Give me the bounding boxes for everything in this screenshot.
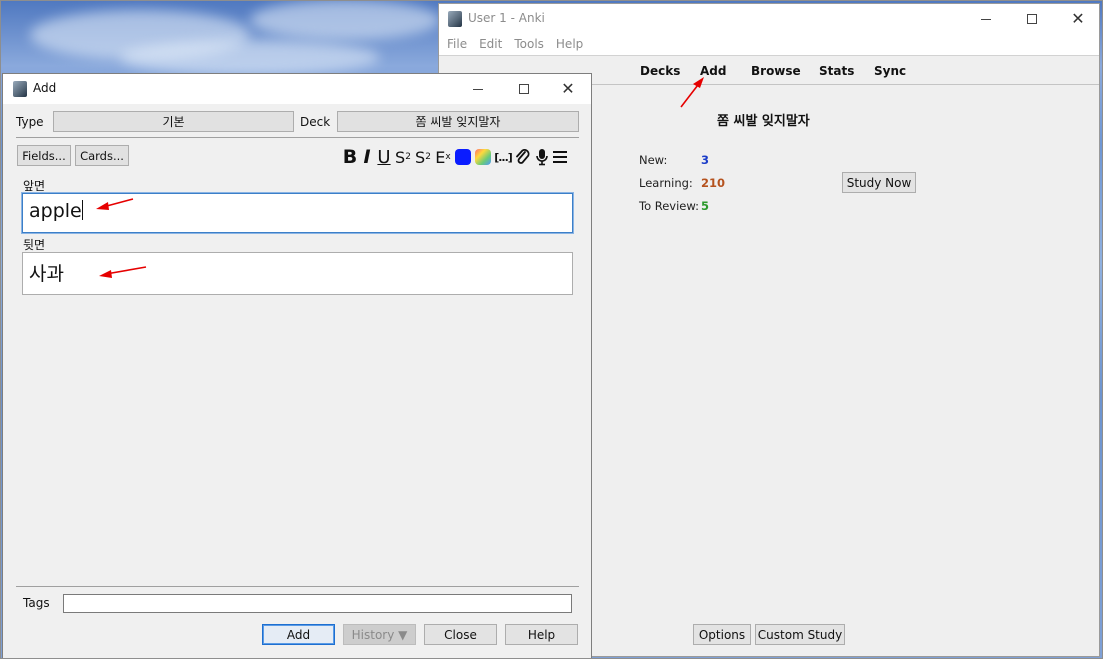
stat-learning-value: 210	[701, 176, 726, 190]
type-label: Type	[16, 115, 44, 129]
main-window-title: User 1 - Anki	[468, 11, 545, 25]
maximize-button[interactable]	[1009, 4, 1055, 34]
highlight-color-icon[interactable]	[475, 149, 491, 165]
tags-divider	[16, 586, 579, 587]
front-field-editor[interactable]: apple	[22, 193, 573, 233]
add-maximize-button[interactable]	[501, 74, 547, 104]
nav-decks[interactable]: Decks	[640, 64, 680, 78]
main-titlebar: User 1 - Anki ✕	[439, 4, 1099, 34]
nav-stats[interactable]: Stats	[819, 64, 854, 78]
stat-learning-label: Learning:	[639, 176, 693, 190]
deck-selector[interactable]: 쫌 씨발 잊지말자	[337, 111, 579, 132]
note-type-selector[interactable]: 기본	[53, 111, 294, 132]
minimize-icon	[981, 18, 991, 20]
add-close-window-button[interactable]: ✕	[545, 74, 591, 104]
stat-review-value: 5	[701, 199, 710, 213]
header-divider	[16, 137, 579, 138]
anki-app-icon	[448, 11, 462, 27]
back-field-editor[interactable]: 사과	[22, 252, 573, 295]
superscript-icon[interactable]: S2	[393, 147, 413, 167]
more-menu-icon[interactable]	[551, 147, 569, 167]
options-button[interactable]: Options	[693, 624, 751, 645]
history-button[interactable]: History ▼	[343, 624, 416, 645]
bold-icon[interactable]: B	[341, 146, 359, 168]
menu-edit[interactable]: Edit	[473, 34, 508, 55]
custom-study-button[interactable]: Custom Study	[755, 624, 845, 645]
study-now-button[interactable]: Study Now	[842, 172, 916, 193]
close-window-button[interactable]: ✕	[1055, 4, 1101, 34]
attach-icon[interactable]	[513, 147, 532, 167]
add-minimize-button[interactable]	[455, 74, 501, 104]
italic-icon[interactable]: I	[359, 146, 375, 168]
menu-file[interactable]: File	[441, 34, 473, 55]
text-color-icon[interactable]	[455, 149, 471, 165]
minimize-button[interactable]	[963, 4, 1009, 34]
tags-label: Tags	[23, 596, 50, 610]
subscript-icon[interactable]: S2	[413, 147, 433, 167]
deck-title: 쫌 씨발 잊지말자	[717, 114, 810, 129]
front-field-label: 앞면	[23, 179, 46, 193]
text-caret	[81, 200, 83, 220]
nav-add[interactable]: Add	[700, 64, 726, 78]
menu-bar: File Edit Tools Help	[439, 34, 1099, 55]
cards-button[interactable]: Cards...	[75, 145, 129, 166]
add-dialog: Add ✕ Type 기본 Deck 쫌 씨발 잊지말자 Fields... C…	[2, 73, 592, 659]
add-button[interactable]: Add	[262, 624, 335, 645]
front-field-text: apple	[29, 200, 82, 222]
maximize-icon	[1027, 14, 1037, 24]
maximize-icon	[519, 84, 529, 94]
stat-new-value: 3	[701, 153, 710, 167]
minimize-icon	[473, 88, 483, 90]
anki-app-icon	[13, 81, 27, 97]
format-toolbar: B I U S2 S2 Ex [...]	[341, 146, 569, 168]
back-field-label: 뒷면	[23, 238, 46, 252]
close-icon: ✕	[1071, 9, 1085, 28]
cloze-icon[interactable]: [...]	[493, 147, 513, 167]
menu-help[interactable]: Help	[550, 34, 589, 55]
stat-new-label: New:	[639, 153, 668, 167]
close-button[interactable]: Close	[424, 624, 497, 645]
deck-label: Deck	[300, 115, 331, 129]
record-audio-icon[interactable]	[532, 147, 551, 167]
fields-button[interactable]: Fields...	[17, 145, 71, 166]
back-field-text: 사과	[29, 263, 64, 285]
nav-browse[interactable]: Browse	[751, 64, 801, 78]
menu-tools[interactable]: Tools	[508, 34, 550, 55]
help-button[interactable]: Help	[505, 624, 578, 645]
stat-review-label: To Review:	[639, 199, 700, 213]
underline-icon[interactable]: U	[375, 147, 393, 168]
tags-input[interactable]	[63, 594, 572, 613]
nav-sync[interactable]: Sync	[874, 64, 906, 78]
add-titlebar: Add ✕	[3, 74, 591, 104]
close-icon: ✕	[561, 79, 575, 98]
clear-format-icon[interactable]: Ex	[433, 147, 453, 167]
add-dialog-title: Add	[33, 81, 57, 95]
